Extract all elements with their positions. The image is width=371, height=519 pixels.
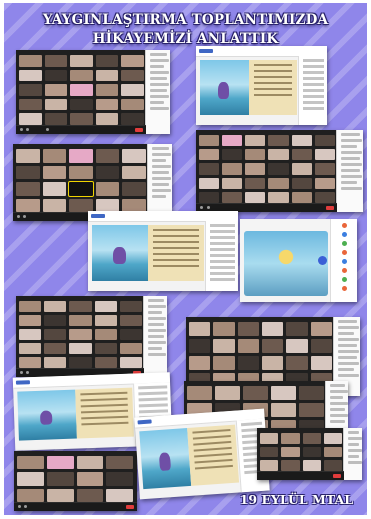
screenshot-meeting-8 — [257, 428, 362, 480]
poster-title-line-2: HİKAYEMİZİ ANLATTIK — [92, 31, 279, 47]
screenshot-meeting-7 — [14, 451, 137, 511]
screenshot-storybook-1 — [196, 46, 327, 125]
screenshot-meeting-2 — [13, 144, 172, 221]
screenshot-meeting-1 — [16, 50, 170, 134]
screenshot-storybook-4 — [134, 408, 270, 500]
screenshot-storybook-illustration — [240, 219, 357, 302]
screenshot-meeting-4 — [16, 296, 167, 377]
screenshot-storybook-2 — [88, 211, 238, 291]
screenshot-meeting-3 — [196, 130, 363, 212]
collage-poster: YAYGINLAŞTIRMA TOPLANTIMIZDA HİKAYEMİZİ … — [4, 3, 367, 515]
poster-title-line-1: YAYGINLAŞTIRMA TOPLANTIMIZDA — [42, 12, 329, 28]
school-label: 19 EYLÜL MTAL — [239, 492, 353, 507]
